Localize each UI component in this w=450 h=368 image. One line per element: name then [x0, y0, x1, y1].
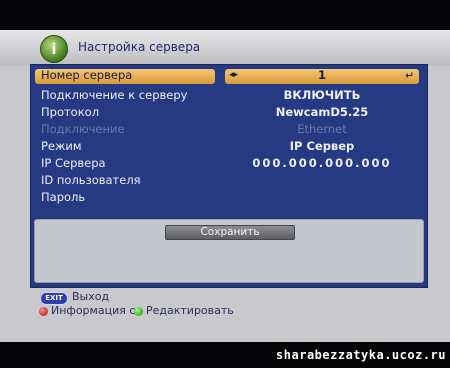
info-label: Информация о	[51, 304, 137, 317]
tv-screen: i Настройка сервера Номер сервера ◂▸ 1 ↵…	[0, 0, 450, 368]
row-label: Подключение	[41, 122, 125, 136]
mode-value[interactable]: IP Сервер	[227, 138, 417, 155]
edit-label: Редактировать	[146, 304, 234, 317]
server-ip-value[interactable]: 000.000.000.000	[227, 155, 417, 172]
row-label: Номер сервера	[41, 68, 133, 82]
row-password[interactable]: Пароль	[31, 189, 427, 206]
row-label: Режим	[41, 139, 82, 153]
protocol-value[interactable]: NewcamD5.25	[227, 104, 417, 121]
watermark-text: sharabezzatyka.ucoz.ru	[276, 348, 446, 362]
connection-value: Ethernet	[297, 122, 347, 136]
row-label: Подключение к серверу	[41, 88, 188, 102]
page-title: Настройка сервера	[78, 40, 201, 54]
save-button[interactable]: Сохранить	[165, 225, 295, 240]
row-label: ID пользователя	[41, 173, 141, 187]
exit-label: Выход	[72, 290, 110, 303]
row-user-id[interactable]: ID пользователя	[31, 172, 427, 189]
row-server-number[interactable]: Номер сервера ◂▸ 1 ↵	[31, 67, 427, 84]
green-button-icon	[134, 307, 143, 316]
server-number-value[interactable]: 1	[227, 67, 417, 84]
settings-panel: Номер сервера ◂▸ 1 ↵ Подключение к серве…	[30, 64, 428, 288]
row-connection: Подключение Ethernet	[31, 121, 427, 138]
menu-header: i Настройка сервера	[0, 30, 450, 66]
row-label: IP Сервера	[41, 156, 106, 170]
row-protocol[interactable]: Протокол NewcamD5.25	[31, 104, 427, 121]
red-button-icon	[39, 307, 48, 316]
row-label: Протокол	[41, 105, 100, 119]
connect-value[interactable]: ВКЛЮЧИТЬ	[227, 87, 417, 104]
info-icon: i	[40, 35, 68, 63]
row-server-ip[interactable]: IP Сервера 000.000.000.000	[31, 155, 427, 172]
row-connect-to-server[interactable]: Подключение к серверу ВКЛЮЧИТЬ	[31, 87, 427, 104]
top-border	[0, 0, 450, 30]
row-mode[interactable]: Режим IP Сервер	[31, 138, 427, 155]
action-box: Сохранить	[34, 219, 424, 283]
enter-icon[interactable]: ↵	[405, 67, 414, 84]
row-label: Пароль	[41, 190, 86, 204]
footer-legend: EXIT Выход Информация о Редактировать	[0, 286, 450, 342]
